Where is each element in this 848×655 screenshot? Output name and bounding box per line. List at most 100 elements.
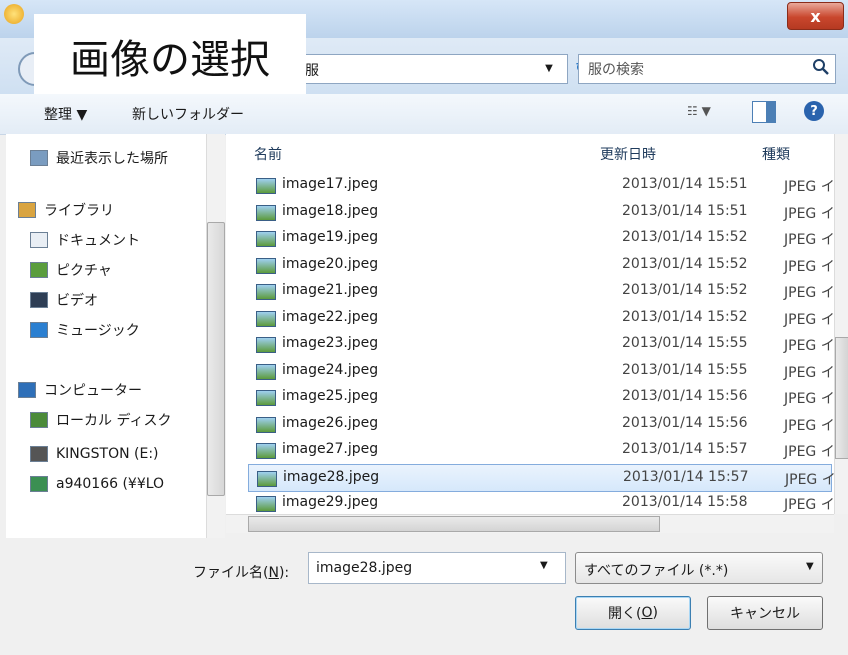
file-row[interactable]: image22.jpeg 2013/01/14 15:52 JPEG イメ [248, 305, 834, 331]
nav-item-label: KINGSTON (E:) [56, 446, 159, 462]
app-icon [4, 4, 24, 24]
file-name: image26.jpeg [282, 414, 379, 431]
open-button[interactable]: 開く(O) [575, 596, 691, 630]
search-icon[interactable] [812, 58, 830, 76]
file-list: 名前 更新日時 種類 image17.jpeg 2013/01/14 15:51 J… [226, 134, 834, 514]
file-type: JPEG イメ [784, 497, 834, 513]
close-button[interactable]: x [787, 2, 844, 30]
file-name: image29.jpeg [282, 494, 379, 510]
nav-item[interactable]: ライブラリ [18, 196, 114, 224]
pictures-icon [30, 262, 48, 278]
file-date: 2013/01/14 15:56 [622, 388, 748, 404]
file-name: image23.jpeg [282, 335, 379, 351]
local-disk-icon [30, 412, 48, 428]
document-icon [30, 232, 48, 248]
filename-dropdown-icon[interactable]: ▼ [540, 560, 548, 571]
filetype-dropdown-icon[interactable]: ▼ [806, 561, 814, 572]
nav-item-label: ライブラリ [44, 203, 114, 219]
file-date: 2013/01/14 15:55 [622, 335, 748, 351]
file-date: 2013/01/14 15:55 [622, 361, 748, 378]
file-row[interactable]: image18.jpeg 2013/01/14 15:51 JPEG イメ [248, 199, 834, 225]
file-type: JPEG イメ [784, 179, 834, 195]
file-type: JPEG イメ [784, 285, 834, 301]
cancel-button[interactable]: キャンセル [707, 596, 823, 630]
column-header-type[interactable]: 種類 [762, 144, 790, 164]
file-row[interactable]: image20.jpeg 2013/01/14 15:52 JPEG イメ [248, 252, 834, 278]
image-file-icon [256, 443, 276, 459]
network-drive-icon [30, 476, 48, 492]
file-date: 2013/01/14 15:52 [622, 308, 748, 325]
nav-item[interactable]: ビデオ [30, 286, 98, 314]
new-folder-button[interactable]: 新しいフォルダー [132, 104, 244, 124]
file-name: image25.jpeg [282, 388, 379, 404]
file-date: 2013/01/14 15:51 [622, 202, 748, 219]
file-row[interactable]: image21.jpeg 2013/01/14 15:52 JPEG イメ [248, 278, 834, 304]
file-type: JPEG イメ [784, 232, 834, 248]
file-row[interactable]: image24.jpeg 2013/01/14 15:55 JPEG イメ [248, 358, 834, 384]
nav-item-label: ミュージック [56, 323, 140, 339]
nav-item[interactable]: 最近表示した場所 [30, 144, 168, 172]
file-list-horizontal-thumb[interactable] [248, 516, 660, 532]
usb-drive-icon [30, 446, 48, 462]
file-name: image22.jpeg [282, 308, 379, 325]
file-date: 2013/01/14 15:51 [622, 176, 748, 192]
image-file-icon [256, 284, 276, 300]
file-type: JPEG イメ [784, 311, 834, 328]
column-header-name[interactable]: 名前 [254, 144, 282, 164]
nav-item[interactable]: ピクチャ [30, 256, 112, 284]
file-row[interactable]: image26.jpeg 2013/01/14 15:56 JPEG イメ [248, 411, 834, 437]
nav-item-label: ビデオ [56, 293, 98, 309]
preview-pane-icon[interactable] [752, 101, 776, 123]
file-name: image27.jpeg [282, 441, 379, 457]
navigation-pane: 最近表示した場所ライブラリドキュメントピクチャビデオミュージックコンピューターロ… [6, 134, 225, 538]
nav-scrollbar-thumb[interactable] [207, 222, 225, 496]
file-type: JPEG イメ [784, 258, 834, 275]
image-file-icon [256, 310, 276, 327]
file-row[interactable]: image27.jpeg 2013/01/14 15:57 JPEG イメ [248, 437, 834, 463]
file-list-vertical-thumb[interactable] [835, 337, 848, 459]
nav-item[interactable]: ミュージック [30, 316, 140, 344]
file-name: image24.jpeg [282, 361, 379, 378]
file-type: JPEG イメ [784, 338, 834, 354]
file-row[interactable]: image23.jpeg 2013/01/14 15:55 JPEG イメ [248, 331, 834, 357]
music-icon [30, 322, 48, 338]
address-dropdown-icon[interactable]: ▼ [534, 54, 564, 82]
file-row[interactable]: image17.jpeg 2013/01/14 15:51 JPEG イメ [248, 172, 834, 198]
file-type: JPEG イメ [784, 391, 834, 407]
filetype-value: すべてのファイル (*.*) [584, 563, 729, 579]
file-name: image17.jpeg [282, 176, 379, 192]
nav-item-label: 最近表示した場所 [56, 151, 168, 167]
recent-places-icon [30, 150, 48, 166]
computer-icon [18, 382, 36, 398]
file-date: 2013/01/14 15:52 [622, 282, 748, 298]
file-row[interactable]: image29.jpeg 2013/01/14 15:58 JPEG イメ [248, 490, 834, 514]
image-file-icon [256, 363, 276, 380]
nav-item[interactable]: ローカル ディスク [30, 406, 171, 434]
library-icon [18, 202, 36, 218]
search-placeholder: 服の検索 [588, 62, 644, 78]
file-name: image18.jpeg [282, 202, 379, 219]
nav-item[interactable]: a940166 (¥¥LO [30, 470, 164, 498]
file-type: JPEG イメ [784, 364, 834, 381]
nav-item[interactable]: KINGSTON (E:) [30, 440, 159, 468]
file-date: 2013/01/14 15:57 [622, 441, 748, 457]
column-header-date[interactable]: 更新日時 [600, 144, 656, 164]
organize-menu[interactable]: 整理 ▼ [44, 104, 87, 124]
file-date: 2013/01/14 15:52 [622, 229, 748, 245]
file-type: JPEG イメ [784, 205, 834, 222]
filename-label: ファイル名(N): [193, 565, 290, 581]
view-options-icon[interactable]: ☷ ▼ [687, 104, 711, 118]
image-file-icon [256, 178, 276, 194]
address-text: 服 [305, 63, 319, 79]
nav-item[interactable]: ドキュメント [30, 226, 140, 254]
image-file-icon [256, 204, 276, 221]
help-icon[interactable]: ? [804, 101, 824, 121]
nav-item-label: a940166 (¥¥LO [56, 476, 165, 492]
file-row[interactable]: image19.jpeg 2013/01/14 15:52 JPEG イメ [248, 225, 834, 251]
image-file-icon [256, 416, 276, 433]
nav-item-label: ピクチャ [56, 263, 112, 279]
file-row[interactable]: image25.jpeg 2013/01/14 15:56 JPEG イメ [248, 384, 834, 410]
nav-item[interactable]: コンピューター [18, 376, 142, 404]
image-file-icon [257, 470, 277, 487]
file-row[interactable]: image28.jpeg 2013/01/14 15:57 JPEG イメ [248, 463, 834, 492]
